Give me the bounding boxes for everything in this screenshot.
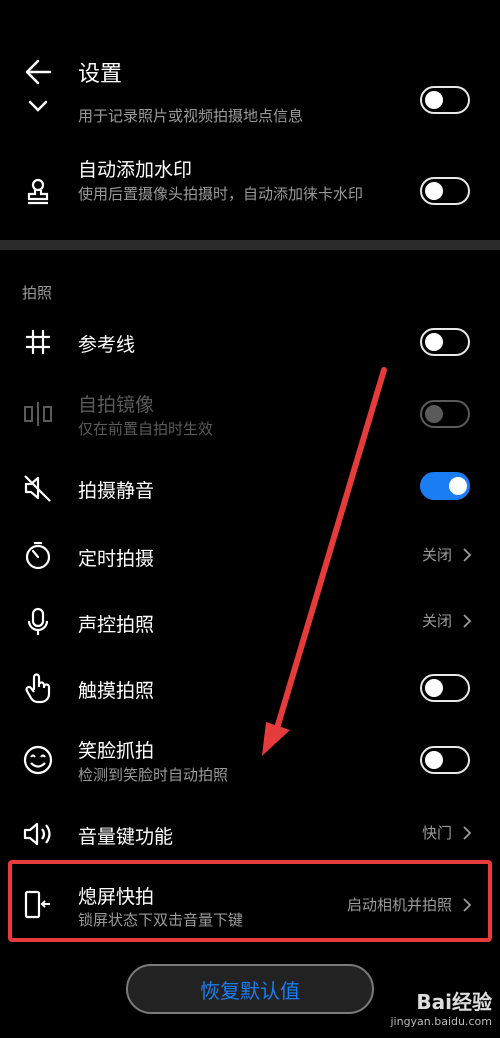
restore-defaults-button[interactable]: 恢复默认值 [126, 964, 374, 1014]
watermark-brand: Bai经验 [416, 990, 492, 1014]
baidu-watermark: Bai经验 jingyan.baidu.com [390, 986, 492, 1028]
watermark-url: jingyan.baidu.com [390, 1015, 492, 1028]
annotation-arrow [262, 367, 387, 756]
